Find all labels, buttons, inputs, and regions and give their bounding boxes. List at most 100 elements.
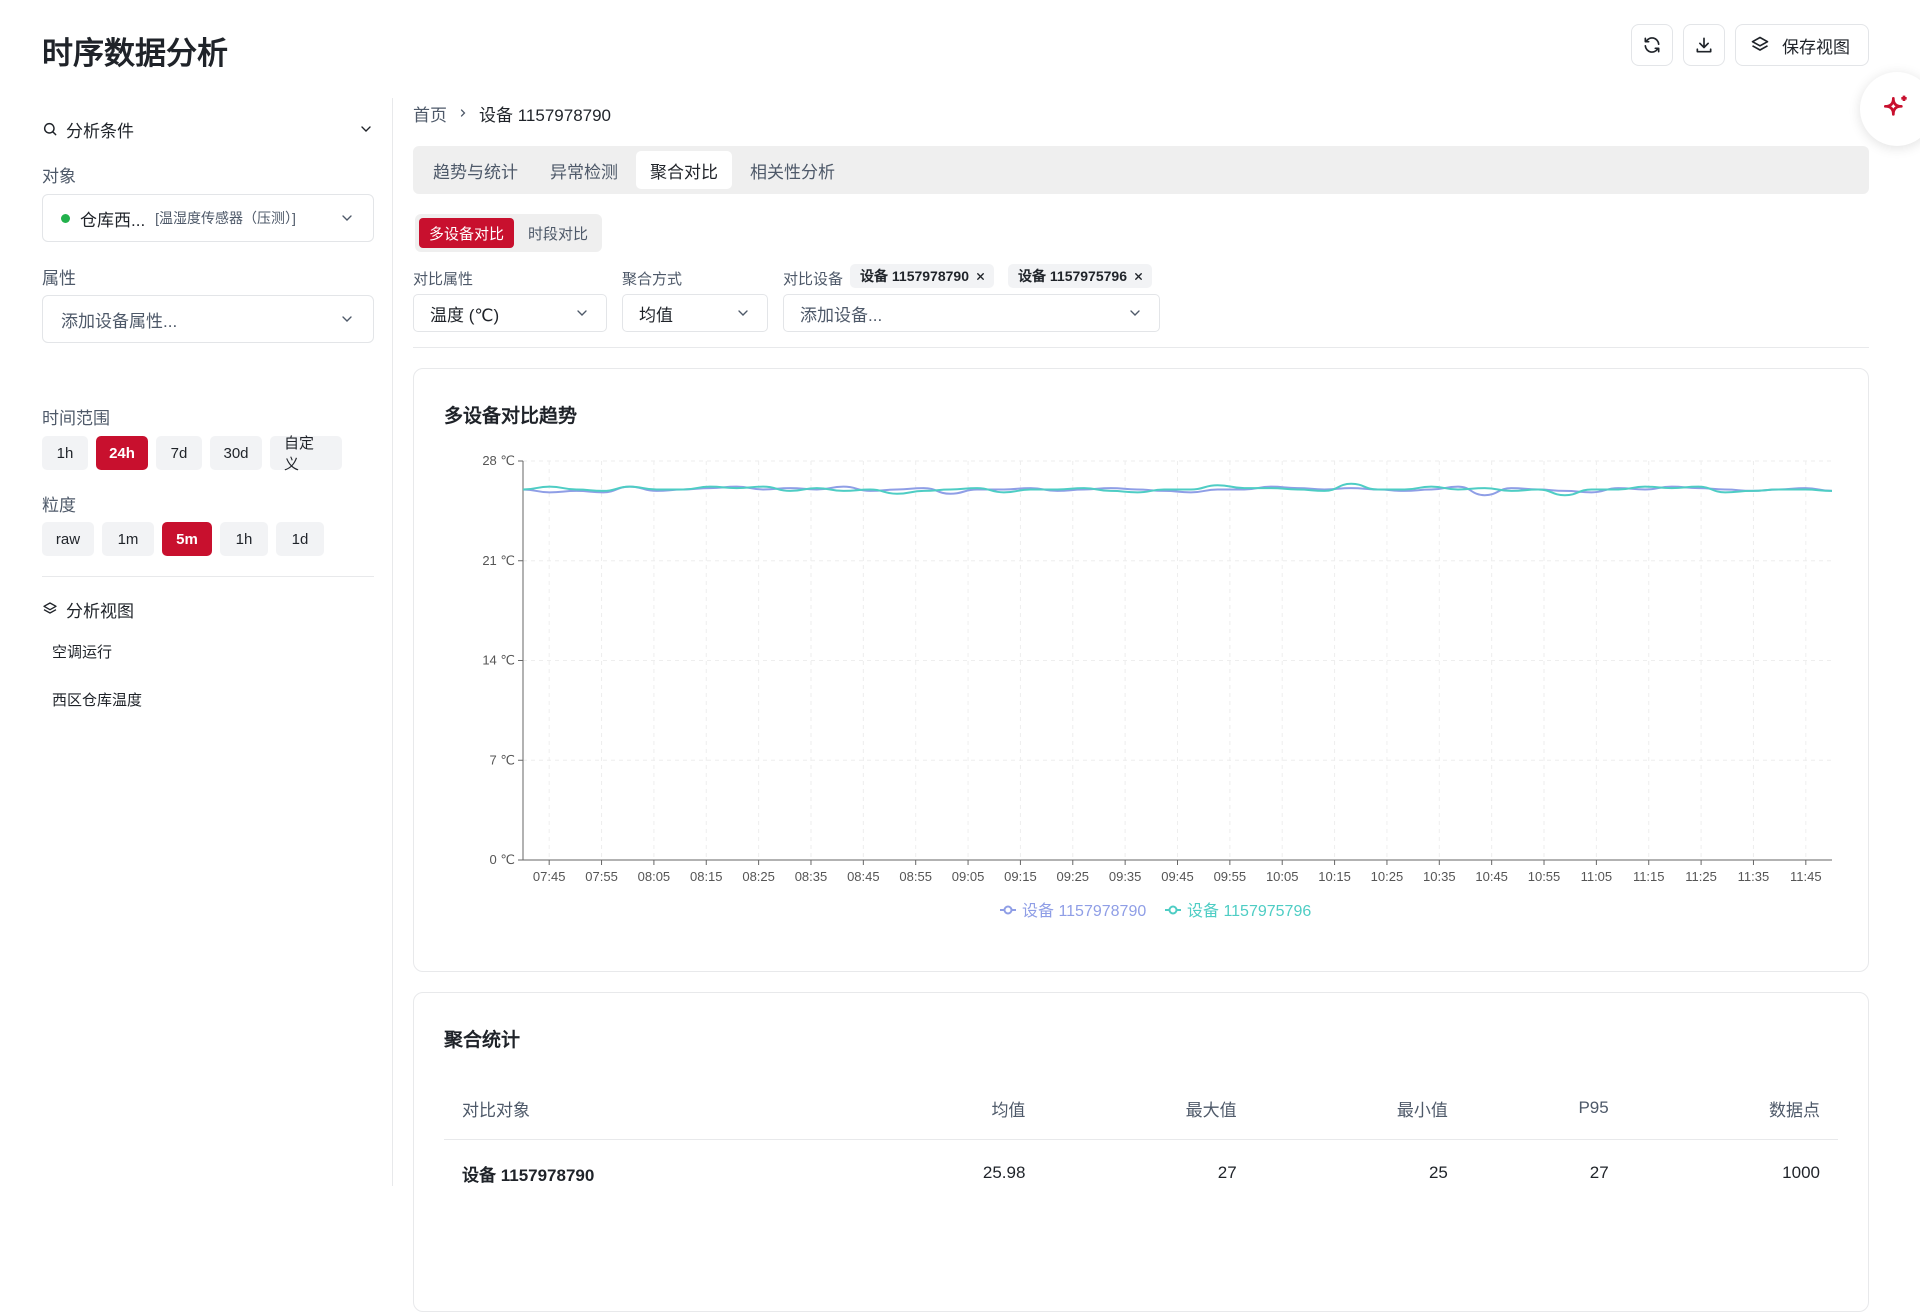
granularity-1m[interactable]: 1m [102, 522, 154, 556]
time-range-custom[interactable]: 自定义 [270, 435, 342, 473]
main-content: 首页 设备 1157978790 趋势与统计 异常检测 聚合对比 相关性分析 多… [413, 98, 1869, 1312]
close-icon[interactable] [975, 271, 986, 282]
granularity-1h[interactable]: 1h [220, 522, 268, 556]
y-tick-label: 21 ℃ [482, 553, 515, 568]
x-tick-label: 11:45 [1790, 869, 1822, 884]
x-tick-label: 07:55 [585, 869, 618, 884]
save-view-button[interactable]: 保存视图 [1735, 24, 1869, 66]
chevron-down-icon [342, 316, 352, 322]
view-item-ac[interactable]: 空调运行 [42, 641, 112, 662]
attribute-label: 属性 [42, 269, 76, 288]
y-tick-label: 28 ℃ [482, 453, 515, 468]
time-range-1h[interactable]: 1h [42, 436, 88, 470]
compare-mode-multi-device[interactable]: 多设备对比 [419, 218, 515, 248]
sidebar-divider [42, 576, 374, 577]
chart-title: 多设备对比趋势 [444, 406, 578, 427]
y-tick-label: 0 ℃ [490, 852, 515, 867]
trend-chart: 0 ℃ 7 ℃ 14 ℃ 21 ℃ 28 ℃ 07:45 07:55 08:05 08:15 08… [482, 453, 1833, 920]
tab-correlation[interactable]: 相关性分析 [736, 151, 849, 189]
page-title: 时序数据分析 [42, 36, 228, 71]
view-item-west-warehouse[interactable]: 西区仓库温度 [42, 689, 142, 710]
granularity-group: raw 1m 5m 1h 1d [42, 522, 324, 556]
granularity-1d[interactable]: 1d [276, 522, 324, 556]
save-view-label: 保存视图 [1782, 37, 1850, 57]
close-icon[interactable] [1133, 271, 1144, 282]
column-header: 最小值 [1254, 1077, 1466, 1140]
x-tick-label: 08:35 [795, 869, 828, 884]
chevron-down-icon [361, 126, 371, 132]
stats-card: 聚合统计 对比对象 均值 最大值 最小值 P95 数据点 设备 11579787… [413, 992, 1869, 1312]
x-tick-label: 08:55 [899, 869, 932, 884]
chevron-right-icon [460, 109, 466, 117]
table-cell: 25 [1428, 1163, 1448, 1182]
legend-swatch-marker [1168, 905, 1178, 915]
x-tick-label: 08:05 [638, 869, 671, 884]
legend-swatch-marker [1003, 905, 1013, 915]
compare-mode-toggle: 多设备对比 时段对比 [415, 214, 603, 252]
tab-aggregate-compare[interactable]: 聚合对比 [636, 151, 732, 189]
x-tick-label: 09:35 [1109, 869, 1142, 884]
y-tick-label: 7 ℃ [490, 752, 515, 767]
time-range-label: 时间范围 [42, 409, 110, 428]
sidebar-divider-vertical [392, 98, 393, 1186]
x-tick-label: 07:45 [533, 869, 566, 884]
granularity-raw[interactable]: raw [42, 522, 94, 556]
chevron-down-icon [738, 310, 748, 316]
x-tick-label: 09:05 [952, 869, 985, 884]
layers-icon [43, 602, 57, 614]
device-tag-label: 设备 1157975796 [1018, 268, 1127, 284]
legend-label: 设备 1157975796 [1187, 902, 1311, 920]
tab-bar: 趋势与统计 异常检测 聚合对比 相关性分析 [413, 146, 1869, 194]
breadcrumb-home[interactable]: 首页 [413, 101, 447, 126]
x-tick-label: 09:55 [1214, 869, 1247, 884]
x-tick-label: 09:15 [1004, 869, 1037, 884]
table-row: 设备 1157978790 25.98 27 25 27 1000 [444, 1140, 1838, 1207]
column-header: 对比对象 [444, 1077, 853, 1140]
status-dot [61, 213, 70, 223]
table-cell: 27 [1217, 1163, 1237, 1182]
x-tick-label: 08:45 [847, 869, 880, 884]
granularity-5m[interactable]: 5m [162, 522, 212, 556]
filters-divider [413, 347, 1869, 348]
x-tick-label: 11:25 [1685, 869, 1717, 884]
x-tick-label: 10:55 [1528, 869, 1561, 884]
time-range-7d[interactable]: 7d [156, 436, 202, 470]
compare-attr-select[interactable]: 温度 (℃) [413, 294, 607, 332]
compare-mode-period[interactable]: 时段对比 [518, 218, 598, 248]
object-type: [温湿度传感器（压测）] [155, 210, 296, 226]
device-tag: 设备 1157975796 [1008, 264, 1152, 288]
attribute-select[interactable]: 添加设备属性... [42, 295, 374, 343]
x-tick-label: 11:05 [1581, 869, 1613, 884]
refresh-icon [1644, 37, 1660, 53]
time-range-group: 1h 24h 7d 30d 自定义 [42, 435, 342, 473]
x-tick-label: 09:25 [1057, 869, 1090, 884]
ai-assistant-button[interactable] [1860, 72, 1920, 146]
device-tag: 设备 1157978790 [850, 264, 994, 288]
x-tick-label: 10:15 [1318, 869, 1351, 884]
x-tick-label: 10:05 [1266, 869, 1299, 884]
object-label: 对象 [42, 167, 76, 186]
agg-method-select[interactable]: 均值 [622, 294, 768, 332]
chevron-down-icon [577, 310, 587, 316]
breadcrumb: 首页 设备 1157978790 [413, 98, 1869, 128]
tab-anomaly[interactable]: 异常检测 [536, 151, 632, 189]
sparkle-icon [1884, 95, 1907, 116]
x-tick-label: 11:35 [1738, 869, 1770, 884]
time-range-24h[interactable]: 24h [96, 436, 148, 470]
add-device-select[interactable]: 添加设备... [783, 294, 1160, 332]
top-actions: 保存视图 [1631, 24, 1869, 66]
table-cell: 25.98 [982, 1163, 1026, 1182]
layers-icon [1751, 36, 1769, 51]
refresh-button[interactable] [1631, 24, 1673, 66]
column-header: P95 [1465, 1077, 1627, 1140]
object-select[interactable]: 仓库西... [温湿度传感器（压测）] [42, 194, 374, 242]
compare-devices-label: 对比设备 [783, 271, 844, 288]
download-button[interactable] [1683, 24, 1725, 66]
tab-trend-stats[interactable]: 趋势与统计 [419, 151, 532, 189]
table-cell: 27 [1589, 1163, 1609, 1182]
analysis-views-label: 分析视图 [66, 601, 134, 621]
time-range-30d[interactable]: 30d [210, 436, 262, 470]
analysis-conditions-header[interactable]: 分析条件 [42, 114, 374, 144]
x-tick-label: 09:45 [1161, 869, 1194, 884]
breadcrumb-current: 设备 1157978790 [479, 105, 612, 125]
